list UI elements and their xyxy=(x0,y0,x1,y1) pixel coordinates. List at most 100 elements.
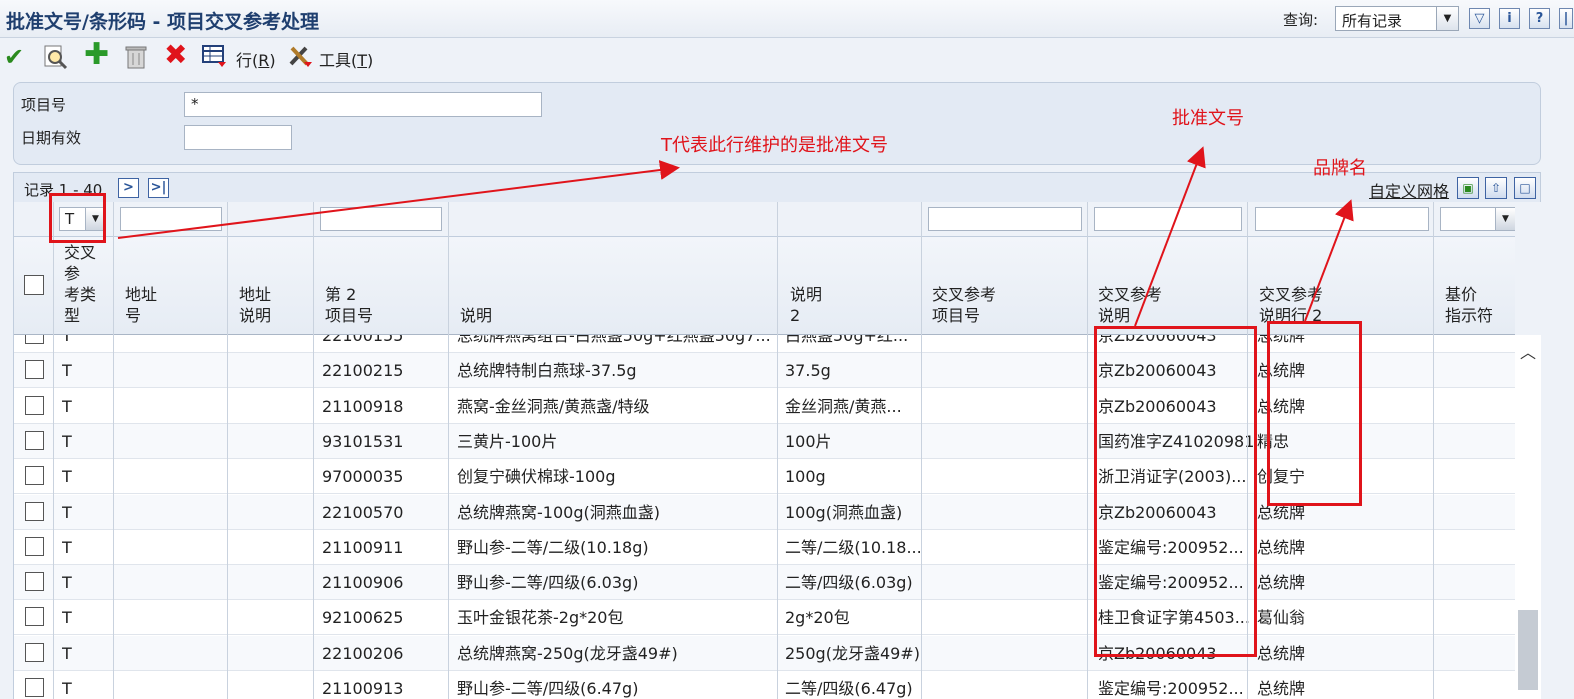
title-bar: 批准文号/条形码 - 项目交叉参考处理 查询: 所有记录 ▼ ▽ i ? | xyxy=(0,0,1574,38)
column-divider xyxy=(1433,202,1434,699)
row-checkbox[interactable] xyxy=(25,678,44,697)
header-xref-desc[interactable]: 交叉参考 说明 xyxy=(1098,284,1162,326)
annotation-approval-note: 批准文号 xyxy=(1172,108,1244,129)
cell-item2: 22100570 xyxy=(322,502,404,522)
ok-check-icon[interactable]: ✔ xyxy=(4,44,24,70)
query-selected-value: 所有记录 xyxy=(1342,12,1403,30)
row-checkbox[interactable] xyxy=(25,335,44,344)
table-row[interactable]: T 22100206 总统牌燕窝-250g(龙牙盏49#) 250g(龙牙盏49#) 京… xyxy=(14,635,1515,671)
last-page-icon[interactable]: >| xyxy=(148,178,169,198)
row-checkbox[interactable] xyxy=(25,466,44,486)
cell-desc2: 二等/二级(10.18... xyxy=(785,537,922,557)
cell-desc2: 2g*20包 xyxy=(785,608,850,628)
column-divider xyxy=(113,202,114,699)
base-price-filter[interactable]: ▼ xyxy=(1440,207,1515,231)
cell-desc2: 二等/四级(6.03g) xyxy=(785,573,913,593)
column-divider xyxy=(448,202,449,699)
header-addr-desc[interactable]: 地址 说明 xyxy=(239,284,271,326)
header-xref-item[interactable]: 交叉参考 项目号 xyxy=(932,284,996,326)
cell-type: T xyxy=(62,361,72,381)
window-title: 批准文号/条形码 - 项目交叉参考处理 xyxy=(6,11,320,33)
cell-item2: 93101531 xyxy=(322,431,404,451)
item-no-input[interactable]: * xyxy=(184,92,542,117)
chevron-down-icon[interactable]: ▼ xyxy=(1495,208,1515,230)
filter-icon[interactable]: ▽ xyxy=(1469,8,1490,29)
info-icon[interactable]: i xyxy=(1499,8,1520,29)
trash-icon[interactable] xyxy=(124,44,148,75)
tools-menu[interactable]: 工具(T) xyxy=(319,47,373,71)
row-checkbox[interactable] xyxy=(25,360,44,380)
scroll-up-icon[interactable]: ︿ xyxy=(1520,339,1536,363)
row-checkbox[interactable] xyxy=(25,536,44,556)
cell-xref-desc2: 葛仙翁 xyxy=(1257,608,1306,628)
cell-desc2: 100片 xyxy=(785,431,832,451)
export-icon[interactable]: ⇧ xyxy=(1485,177,1507,199)
add-icon[interactable]: ✚ xyxy=(84,40,109,70)
cell-item2: 21100913 xyxy=(322,679,404,698)
cell-item2: 22100206 xyxy=(322,643,404,663)
row-menu-icon[interactable] xyxy=(202,44,228,73)
column-divider xyxy=(53,202,54,699)
header-addr-no[interactable]: 地址 号 xyxy=(125,284,157,326)
cell-type: T xyxy=(62,396,72,416)
chevron-down-icon[interactable]: ▼ xyxy=(1436,7,1458,30)
row-checkbox[interactable] xyxy=(25,395,44,415)
row-checkbox[interactable] xyxy=(25,501,44,521)
custom-grid-link[interactable]: 自定义网格 xyxy=(1369,178,1449,202)
tools-icon[interactable] xyxy=(288,44,314,73)
cell-desc2: 二等/四级(6.47g) xyxy=(785,679,913,698)
xref-item-filter[interactable] xyxy=(928,207,1082,231)
row-checkbox[interactable] xyxy=(25,642,44,662)
query-select[interactable]: 所有记录 ▼ xyxy=(1335,6,1459,31)
cell-type: T xyxy=(62,643,72,663)
delete-x-icon[interactable]: ✖ xyxy=(164,41,187,69)
xref-desc-filter[interactable] xyxy=(1094,207,1242,231)
annotation-type-note: T代表此行维护的是批准文号 xyxy=(661,135,888,156)
cell-desc2: 100g xyxy=(785,467,826,487)
maximize-icon[interactable]: □ xyxy=(1514,177,1536,199)
help-icon[interactable]: ? xyxy=(1529,8,1550,29)
table-row[interactable]: T 21100911 野山参-二等/二级(10.18g) 二等/二级(10.18...… xyxy=(14,529,1515,565)
cell-desc2: 金丝洞燕/黄燕... xyxy=(785,396,902,416)
column-divider xyxy=(227,202,228,699)
row-checkbox[interactable] xyxy=(25,607,44,627)
header-base-price[interactable]: 基价 指示符 xyxy=(1445,284,1493,326)
table-row[interactable]: T 21100913 野山参-二等/四级(6.47g) 二等/四级(6.47g) 鉴定编… xyxy=(14,671,1515,699)
select-all-checkbox[interactable] xyxy=(24,275,44,295)
addr-no-filter[interactable] xyxy=(120,207,222,231)
cell-desc2: 250g(龙牙盏49#) xyxy=(785,643,920,663)
find-icon[interactable] xyxy=(42,44,68,75)
more-icon[interactable]: | xyxy=(1559,8,1573,29)
cell-desc2: 37.5g xyxy=(785,361,831,381)
table-row[interactable]: T 21100906 野山参-二等/四级(6.03g) 二等/四级(6.03g) 鉴定编… xyxy=(14,565,1515,601)
grid-toolbar: 记录 1 - 40 > >| 自定义网格 ▣ ⇧ □ xyxy=(13,172,1541,202)
header-type[interactable]: 交叉 参 考类 型 xyxy=(64,242,96,326)
cell-desc: 总统牌燕窝-250g(龙牙盏49#) xyxy=(457,643,678,663)
header-item2[interactable]: 第 2 项目号 xyxy=(325,284,373,326)
scroll-thumb[interactable] xyxy=(1518,610,1538,690)
cell-item2: 22100215 xyxy=(322,361,404,381)
xref-desc2-filter[interactable] xyxy=(1255,207,1429,231)
cell-xref-desc2: 总统牌 xyxy=(1257,643,1306,663)
cell-desc: 野山参-二等/二级(10.18g) xyxy=(457,537,649,557)
row-checkbox[interactable] xyxy=(25,572,44,592)
cell-desc: 野山参-二等/四级(6.03g) xyxy=(457,573,639,593)
cell-item2: 97000035 xyxy=(322,467,404,487)
date-effective-input[interactable] xyxy=(184,125,292,150)
annotation-box-type xyxy=(49,193,106,243)
row-checkbox[interactable] xyxy=(25,430,44,450)
cell-desc: 总统牌特制白燕球-37.5g xyxy=(457,361,637,381)
next-page-icon[interactable]: > xyxy=(118,178,139,198)
item2-filter[interactable] xyxy=(320,207,442,231)
cell-xref-desc2: 总统牌 xyxy=(1257,679,1306,698)
header-desc2[interactable]: 说明 2 xyxy=(790,284,822,326)
cell-desc: 总统牌燕窝组合-白燕盏50g+红燕盏50g7... xyxy=(457,335,771,345)
row-menu[interactable]: 行(R) xyxy=(236,47,276,71)
table-row[interactable]: T 92100625 玉叶金银花茶-2g*20包 2g*20包 桂卫食证字第4503..… xyxy=(14,600,1515,636)
header-xref-desc2[interactable]: 交叉参考 说明行 2 xyxy=(1259,284,1323,326)
cell-item2: 21100911 xyxy=(322,537,404,557)
header-desc[interactable]: 说明 xyxy=(460,305,492,326)
cell-xref-desc: 鉴定编号:200952... xyxy=(1098,679,1244,698)
save-grid-icon[interactable]: ▣ xyxy=(1457,177,1479,199)
vertical-scrollbar[interactable]: ︿ xyxy=(1515,335,1541,699)
